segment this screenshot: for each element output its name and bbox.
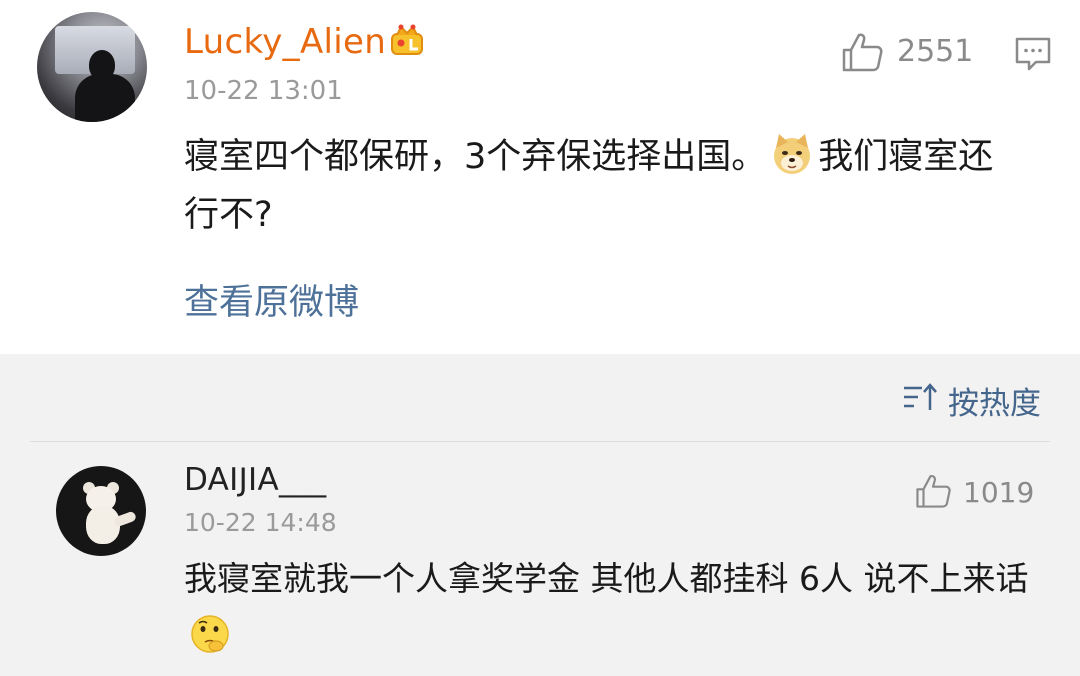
comment-avatar[interactable] bbox=[56, 466, 146, 556]
post-content: 寝室四个都保研，3个弃保选择出国。 我们寝室还行不? bbox=[184, 128, 1024, 244]
username[interactable]: Lucky_Alien bbox=[184, 22, 386, 62]
like-icon[interactable] bbox=[840, 30, 884, 74]
like-count: 2551 bbox=[897, 34, 974, 69]
avatar[interactable] bbox=[37, 12, 147, 122]
comment-username[interactable]: DAIJIA___ bbox=[184, 462, 326, 498]
divider bbox=[30, 441, 1050, 442]
comment-text: 我寝室就我一个人拿奖学金 其他人都挂科 6人 说不上来话 bbox=[184, 559, 1029, 598]
weibo-comment-page: Lucky_Alien 10-22 13:01 2551 寝室四个都保研，3个弃… bbox=[0, 0, 1080, 676]
sort-icon[interactable] bbox=[902, 380, 938, 416]
comment-like-count: 1019 bbox=[963, 476, 1035, 509]
original-post: Lucky_Alien 10-22 13:01 2551 寝室四个都保研，3个弃… bbox=[0, 0, 1080, 354]
view-original-link[interactable]: 查看原微博 bbox=[184, 274, 359, 325]
crown-badge-icon[interactable] bbox=[389, 22, 425, 58]
comment-like-icon[interactable] bbox=[914, 472, 952, 510]
post-text-part-1: 寝室四个都保研，3个弃保选择出国。 bbox=[184, 137, 767, 177]
reply-icon[interactable] bbox=[1014, 36, 1052, 72]
thinking-emoji bbox=[191, 615, 229, 653]
comment-content: 我寝室就我一个人拿奖学金 其他人都挂科 6人 说不上来话 bbox=[184, 550, 1044, 666]
comment-time: 10-22 14:48 bbox=[184, 508, 337, 537]
doge-emoji bbox=[774, 134, 811, 174]
post-time: 10-22 13:01 bbox=[184, 76, 343, 106]
sort-by-hot-button[interactable]: 按热度 bbox=[948, 378, 1041, 423]
